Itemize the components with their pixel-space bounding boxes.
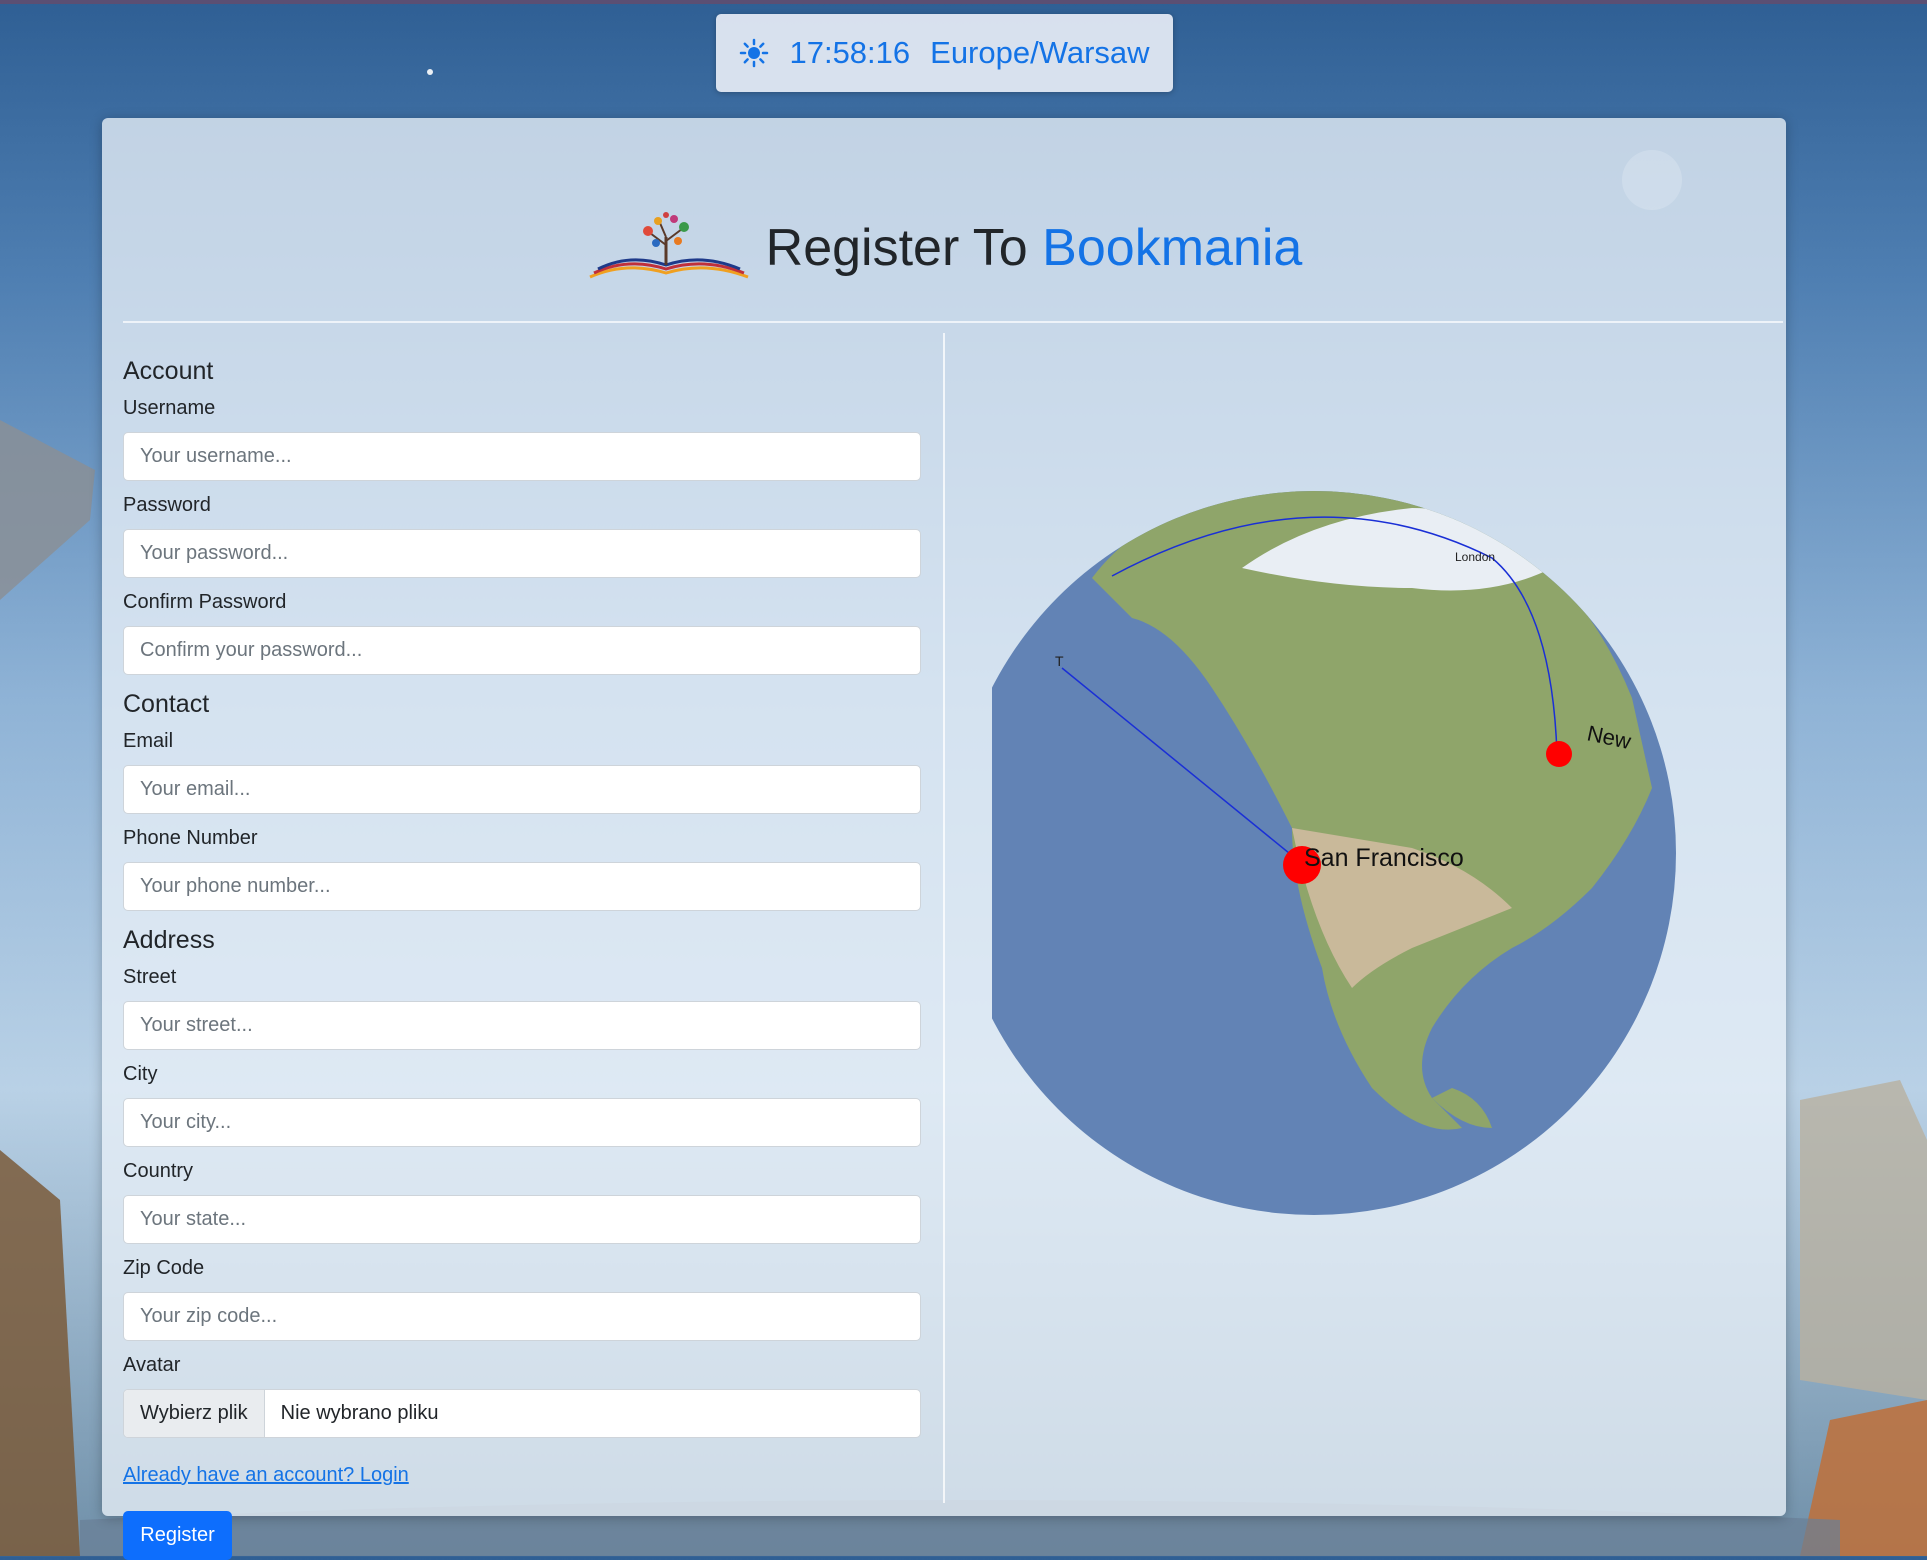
header-divider xyxy=(123,321,1783,323)
country-input[interactable] xyxy=(123,1195,921,1244)
email-label: Email xyxy=(123,730,174,752)
zip-input[interactable] xyxy=(123,1292,921,1341)
section-contact: Contact xyxy=(123,690,210,718)
globe-map[interactable]: San Francisco New London T xyxy=(952,368,1782,1238)
email-input[interactable] xyxy=(123,765,921,814)
street-label: Street xyxy=(123,966,177,988)
username-input[interactable] xyxy=(123,432,921,481)
confirm-password-input[interactable] xyxy=(123,626,921,675)
page-header: Register To Bookmania xyxy=(102,178,1786,318)
title-brand: Bookmania xyxy=(1042,219,1303,277)
marker-new-york[interactable] xyxy=(1546,741,1572,767)
file-name: Nie wybrano pliku xyxy=(280,1402,439,1424)
street-input[interactable] xyxy=(123,1001,921,1050)
title-prefix: Register To xyxy=(765,219,1043,277)
book-tree-logo xyxy=(586,211,752,286)
city-input[interactable] xyxy=(123,1098,921,1147)
zip-label: Zip Code xyxy=(123,1257,205,1279)
window-top-border xyxy=(0,0,1927,4)
city-label: City xyxy=(123,1063,158,1085)
label-san-francisco: San Francisco xyxy=(1304,844,1464,872)
choose-file-button[interactable]: Wybierz plik xyxy=(124,1390,265,1437)
confirm-password-label: Confirm Password xyxy=(123,591,287,613)
register-card: Register To Bookmania Account Username P… xyxy=(102,118,1786,1560)
clock-time: 17:58:16 xyxy=(789,35,911,70)
password-label: Password xyxy=(123,494,211,516)
page-title: Register To Bookmania xyxy=(766,218,1303,278)
avatar-file-input[interactable]: Wybierz plik Nie wybrano pliku xyxy=(123,1389,921,1438)
country-label: Country xyxy=(123,1160,194,1182)
label-london: London xyxy=(1455,550,1495,564)
avatar-label: Avatar xyxy=(123,1354,181,1376)
label-tokyo: T xyxy=(1055,653,1064,669)
clock-timezone: Europe/Warsaw xyxy=(930,35,1150,70)
section-address: Address xyxy=(123,926,215,954)
phone-input[interactable] xyxy=(123,862,921,911)
phone-label: Phone Number xyxy=(123,827,258,849)
password-input[interactable] xyxy=(123,529,921,578)
username-label: Username xyxy=(123,397,216,419)
clock-widget: 17:58:16 Europe/Warsaw xyxy=(716,14,1173,92)
section-account: Account xyxy=(123,357,214,385)
register-form: Account Username Password Confirm Passwo… xyxy=(123,354,921,1560)
sun-icon xyxy=(739,38,769,68)
register-button[interactable]: Register xyxy=(123,1511,232,1560)
login-link[interactable]: Already have an account? Login xyxy=(123,1464,409,1487)
column-divider xyxy=(943,333,945,1503)
